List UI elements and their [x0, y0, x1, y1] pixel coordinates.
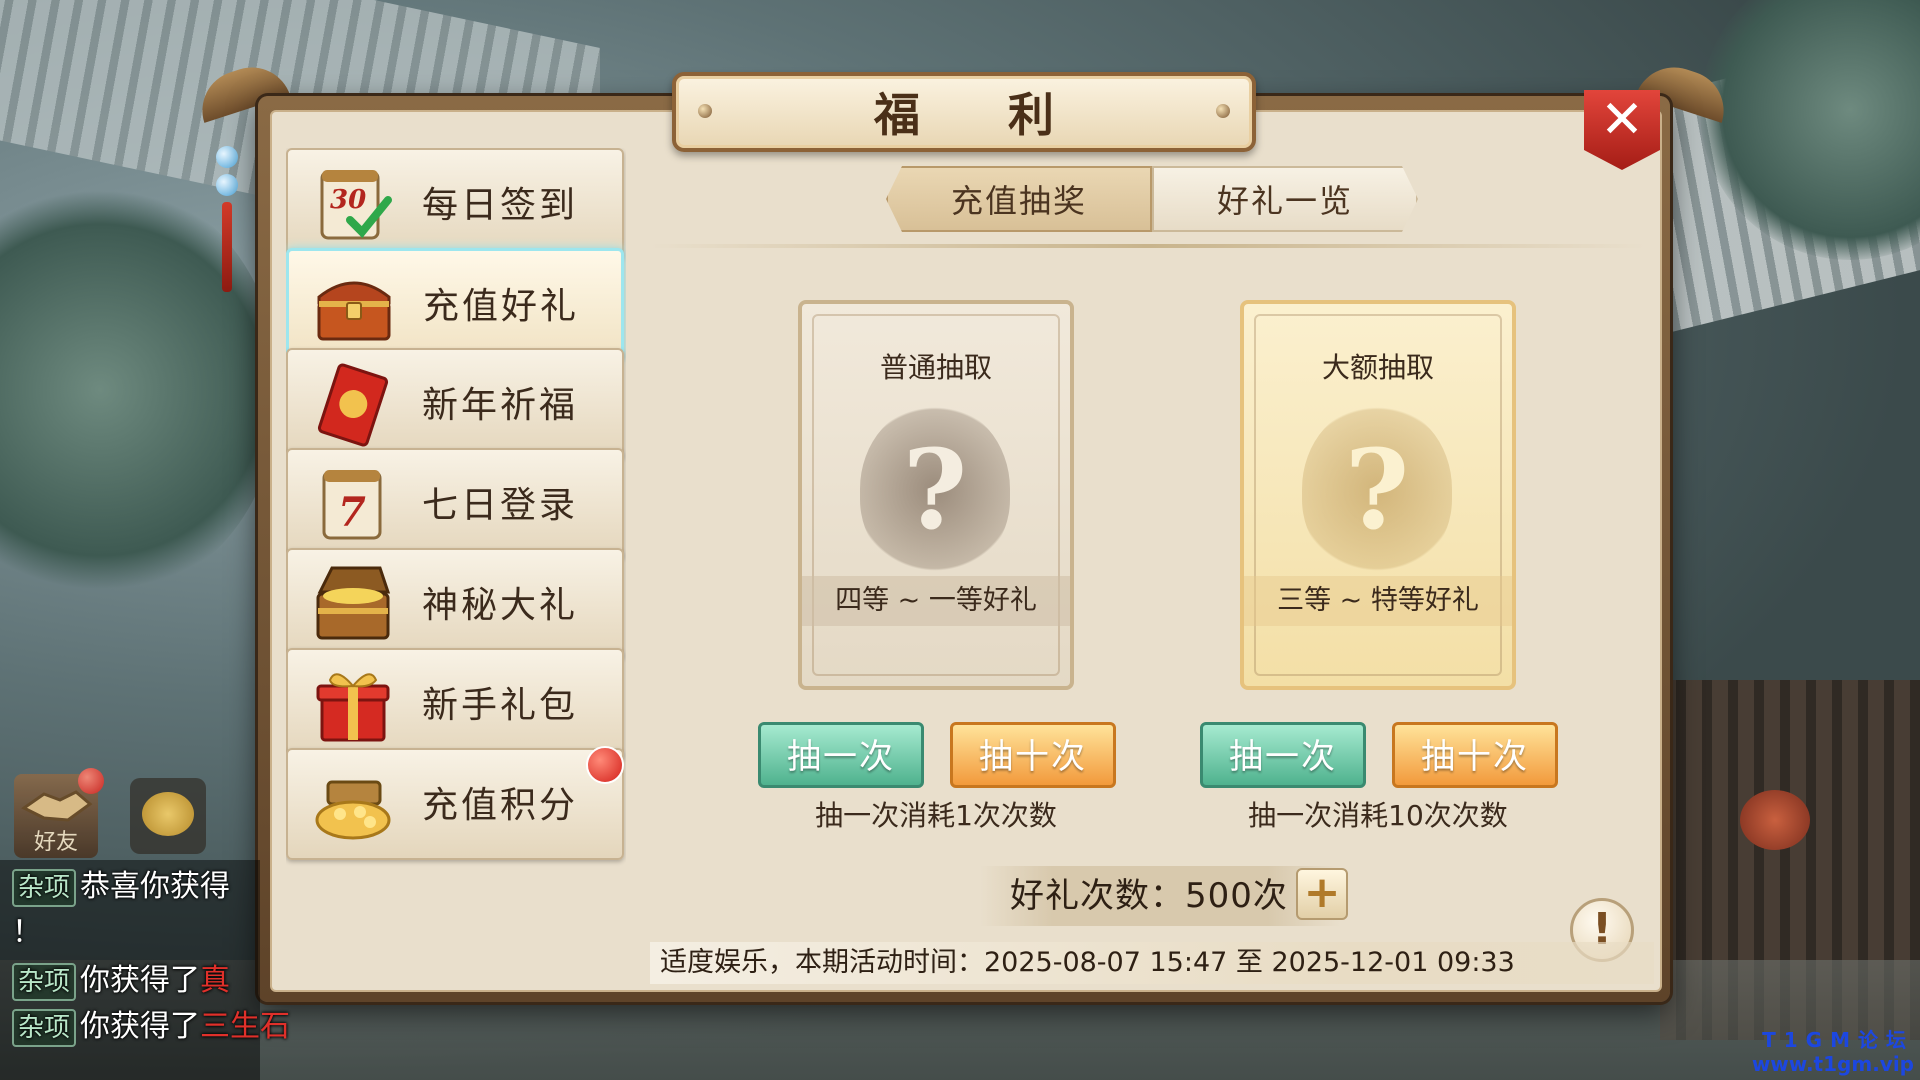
watermark-url: www.t1gm.vip — [1751, 1052, 1914, 1076]
card-prize-range: 四等 ~ 一等好礼 — [802, 576, 1070, 626]
sidebar-item-seven-day-login[interactable]: 7 七日登录 — [286, 448, 624, 560]
content-divider — [650, 244, 1646, 248]
sidebar-item-label: 新年祈福 — [422, 385, 579, 426]
chat-message: 杂项 你获得了三生石 — [12, 1006, 290, 1048]
normal-draw-once-button[interactable]: 抽一次 — [758, 722, 924, 788]
activity-time-footer: 适度娱乐，本期活动时间：2025-08-07 15:47 至 2025-12-0… — [650, 942, 1654, 984]
sidebar-item-new-year-blessing[interactable]: 新年祈福 — [286, 348, 624, 460]
friends-button[interactable]: 好友 — [14, 768, 104, 858]
sidebar-item-label: 充值积分 — [422, 785, 579, 826]
card-prize-range: 三等 ~ 特等好礼 — [1244, 576, 1512, 626]
calendar-7-icon: 7 — [322, 470, 382, 540]
svg-text:7: 7 — [338, 489, 366, 536]
dialog-title: 福 利 — [873, 88, 1090, 142]
tab-bar: 充值抽奖 好礼一览 — [886, 166, 1418, 232]
chat-channel-tag: 杂项 — [12, 963, 77, 1001]
sidebar-item-label: 每日签到 — [422, 185, 579, 226]
sidebar-item-recharge-gift[interactable]: 充值好礼 — [286, 248, 624, 360]
chat-message: 杂项 恭喜你获得 — [12, 866, 230, 908]
jade-pendant-decoration — [212, 140, 242, 340]
mystery-dragon-icon: ? — [860, 404, 1010, 574]
gift-count-text: 好礼次数：500次 — [1010, 876, 1288, 916]
chat-bubble-icon — [142, 792, 194, 836]
normal-draw-ten-button[interactable]: 抽十次 — [950, 722, 1116, 788]
gift-box-icon — [316, 673, 390, 742]
notification-badge — [586, 746, 624, 784]
chat-message: ！ — [12, 915, 42, 950]
big-draw-cost-note: 抽一次消耗10次次数 — [1248, 799, 1508, 832]
big-draw-card: 大额抽取 ? 三等 ~ 特等好礼 — [1240, 300, 1516, 690]
sidebar-item-recharge-points[interactable]: 充值积分 — [286, 746, 624, 860]
sidebar-item-daily-checkin[interactable]: 30 每日签到 — [286, 148, 624, 260]
chat-channel-tag: 杂项 — [12, 1009, 77, 1047]
close-x-icon: ✕ — [1600, 90, 1644, 150]
notification-badge — [78, 768, 104, 794]
sidebar-item-newbie-pack[interactable]: 新手礼包 — [286, 648, 624, 760]
normal-draw-cost-note: 抽一次消耗1次次数 — [815, 799, 1057, 832]
tab-recharge-lottery[interactable]: 充值抽奖 — [886, 166, 1152, 232]
calendar-30-check-icon: 30 — [320, 170, 392, 240]
chat-message: 杂项 你获得了真 — [12, 960, 230, 1002]
sidebar-item-mystery-gift[interactable]: 神秘大礼 — [286, 548, 624, 660]
welfare-sidebar: 30 每日签到 充值好礼 新年祈福 7 七日登录 神秘大礼 新手礼包 充值积分 — [286, 148, 626, 960]
big-draw-ten-button[interactable]: 抽十次 — [1392, 722, 1558, 788]
gold-ingots-icon — [315, 780, 391, 840]
friends-label: 好友 — [33, 830, 78, 855]
big-draw-once-button[interactable]: 抽一次 — [1200, 722, 1366, 788]
add-count-button[interactable]: + — [1296, 868, 1348, 920]
card-title: 大额抽取 — [1321, 351, 1434, 384]
red-envelope-blessing-icon — [317, 363, 389, 447]
tab-gift-overview[interactable]: 好礼一览 — [1152, 166, 1418, 232]
chat-channel-tag: 杂项 — [12, 869, 77, 907]
sidebar-item-label: 七日登录 — [422, 485, 579, 526]
card-title: 普通抽取 — [879, 351, 992, 384]
watermark-forum-name: T1GM论坛 — [1762, 1028, 1914, 1052]
chat-button[interactable] — [130, 778, 206, 854]
mystery-dragon-icon: ? — [1302, 404, 1452, 574]
sidebar-item-label: 新手礼包 — [422, 685, 579, 726]
plus-icon: + — [1303, 867, 1341, 918]
dialog-title-plate: 福 利 — [672, 72, 1256, 152]
open-treasure-chest-icon — [316, 566, 391, 640]
sidebar-item-label: 神秘大礼 — [422, 585, 579, 626]
svg-text:30: 30 — [330, 185, 366, 215]
treasure-chest-icon — [317, 281, 391, 341]
sidebar-item-label: 充值好礼 — [423, 286, 580, 327]
normal-draw-card: 普通抽取 ? 四等 ~ 一等好礼 — [798, 300, 1074, 690]
